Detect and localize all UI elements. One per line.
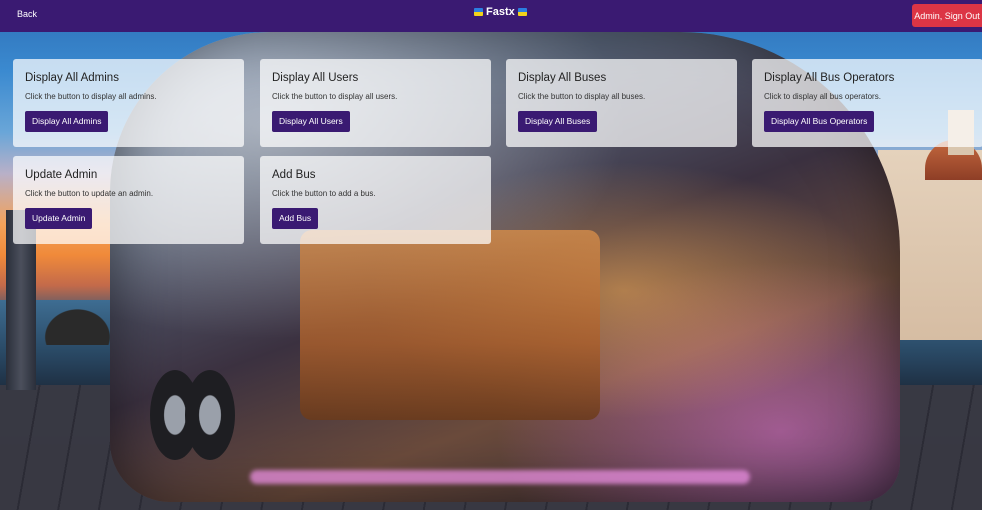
card-title: Display All Bus Operators	[764, 72, 895, 84]
card-title: Display All Buses	[518, 72, 607, 84]
flag-icon	[474, 8, 483, 16]
card-display-all-users: Display All Users Click the button to di…	[260, 59, 491, 147]
background-rocks	[40, 305, 115, 345]
card-display-all-buses: Display All Buses Click the button to di…	[506, 59, 737, 147]
card-text: Click the button to display all admins.	[25, 92, 157, 101]
card-text: Click the button to display all users.	[272, 92, 398, 101]
display-all-buses-button[interactable]: Display All Buses	[518, 111, 598, 132]
card-add-bus: Add Bus Click the button to add a bus. A…	[260, 156, 491, 244]
brand-name: Fastx	[486, 6, 515, 18]
card-text: Click the button to add a bus.	[272, 189, 376, 198]
flag-icon	[517, 8, 527, 16]
card-text: Click to display all bus operators.	[764, 92, 881, 101]
card-title: Update Admin	[25, 169, 98, 181]
display-all-users-button[interactable]: Display All Users	[272, 111, 350, 132]
card-update-admin: Update Admin Click the button to update …	[13, 156, 244, 244]
card-title: Display All Users	[272, 72, 359, 84]
card-display-all-admins: Display All Admins Click the button to d…	[13, 59, 244, 147]
card-text: Click the button to display all buses.	[518, 92, 646, 101]
top-navbar: Back Fastx Admin, Sign Out	[0, 0, 982, 32]
background-light-strip	[250, 470, 750, 484]
display-all-bus-operators-button[interactable]: Display All Bus Operators	[764, 111, 875, 132]
add-bus-button[interactable]: Add Bus	[272, 208, 319, 229]
brand: Fastx	[474, 6, 527, 18]
card-display-all-bus-operators: Display All Bus Operators Click to displ…	[752, 59, 982, 147]
card-title: Add Bus	[272, 169, 316, 181]
card-title: Display All Admins	[25, 72, 119, 84]
update-admin-button[interactable]: Update Admin	[25, 208, 93, 229]
back-link[interactable]: Back	[17, 9, 37, 19]
background-wheel	[185, 370, 235, 460]
display-all-admins-button[interactable]: Display All Admins	[25, 111, 109, 132]
sign-out-button[interactable]: Admin, Sign Out	[912, 4, 982, 27]
card-text: Click the button to update an admin.	[25, 189, 154, 198]
background-bus-interior	[300, 230, 600, 420]
